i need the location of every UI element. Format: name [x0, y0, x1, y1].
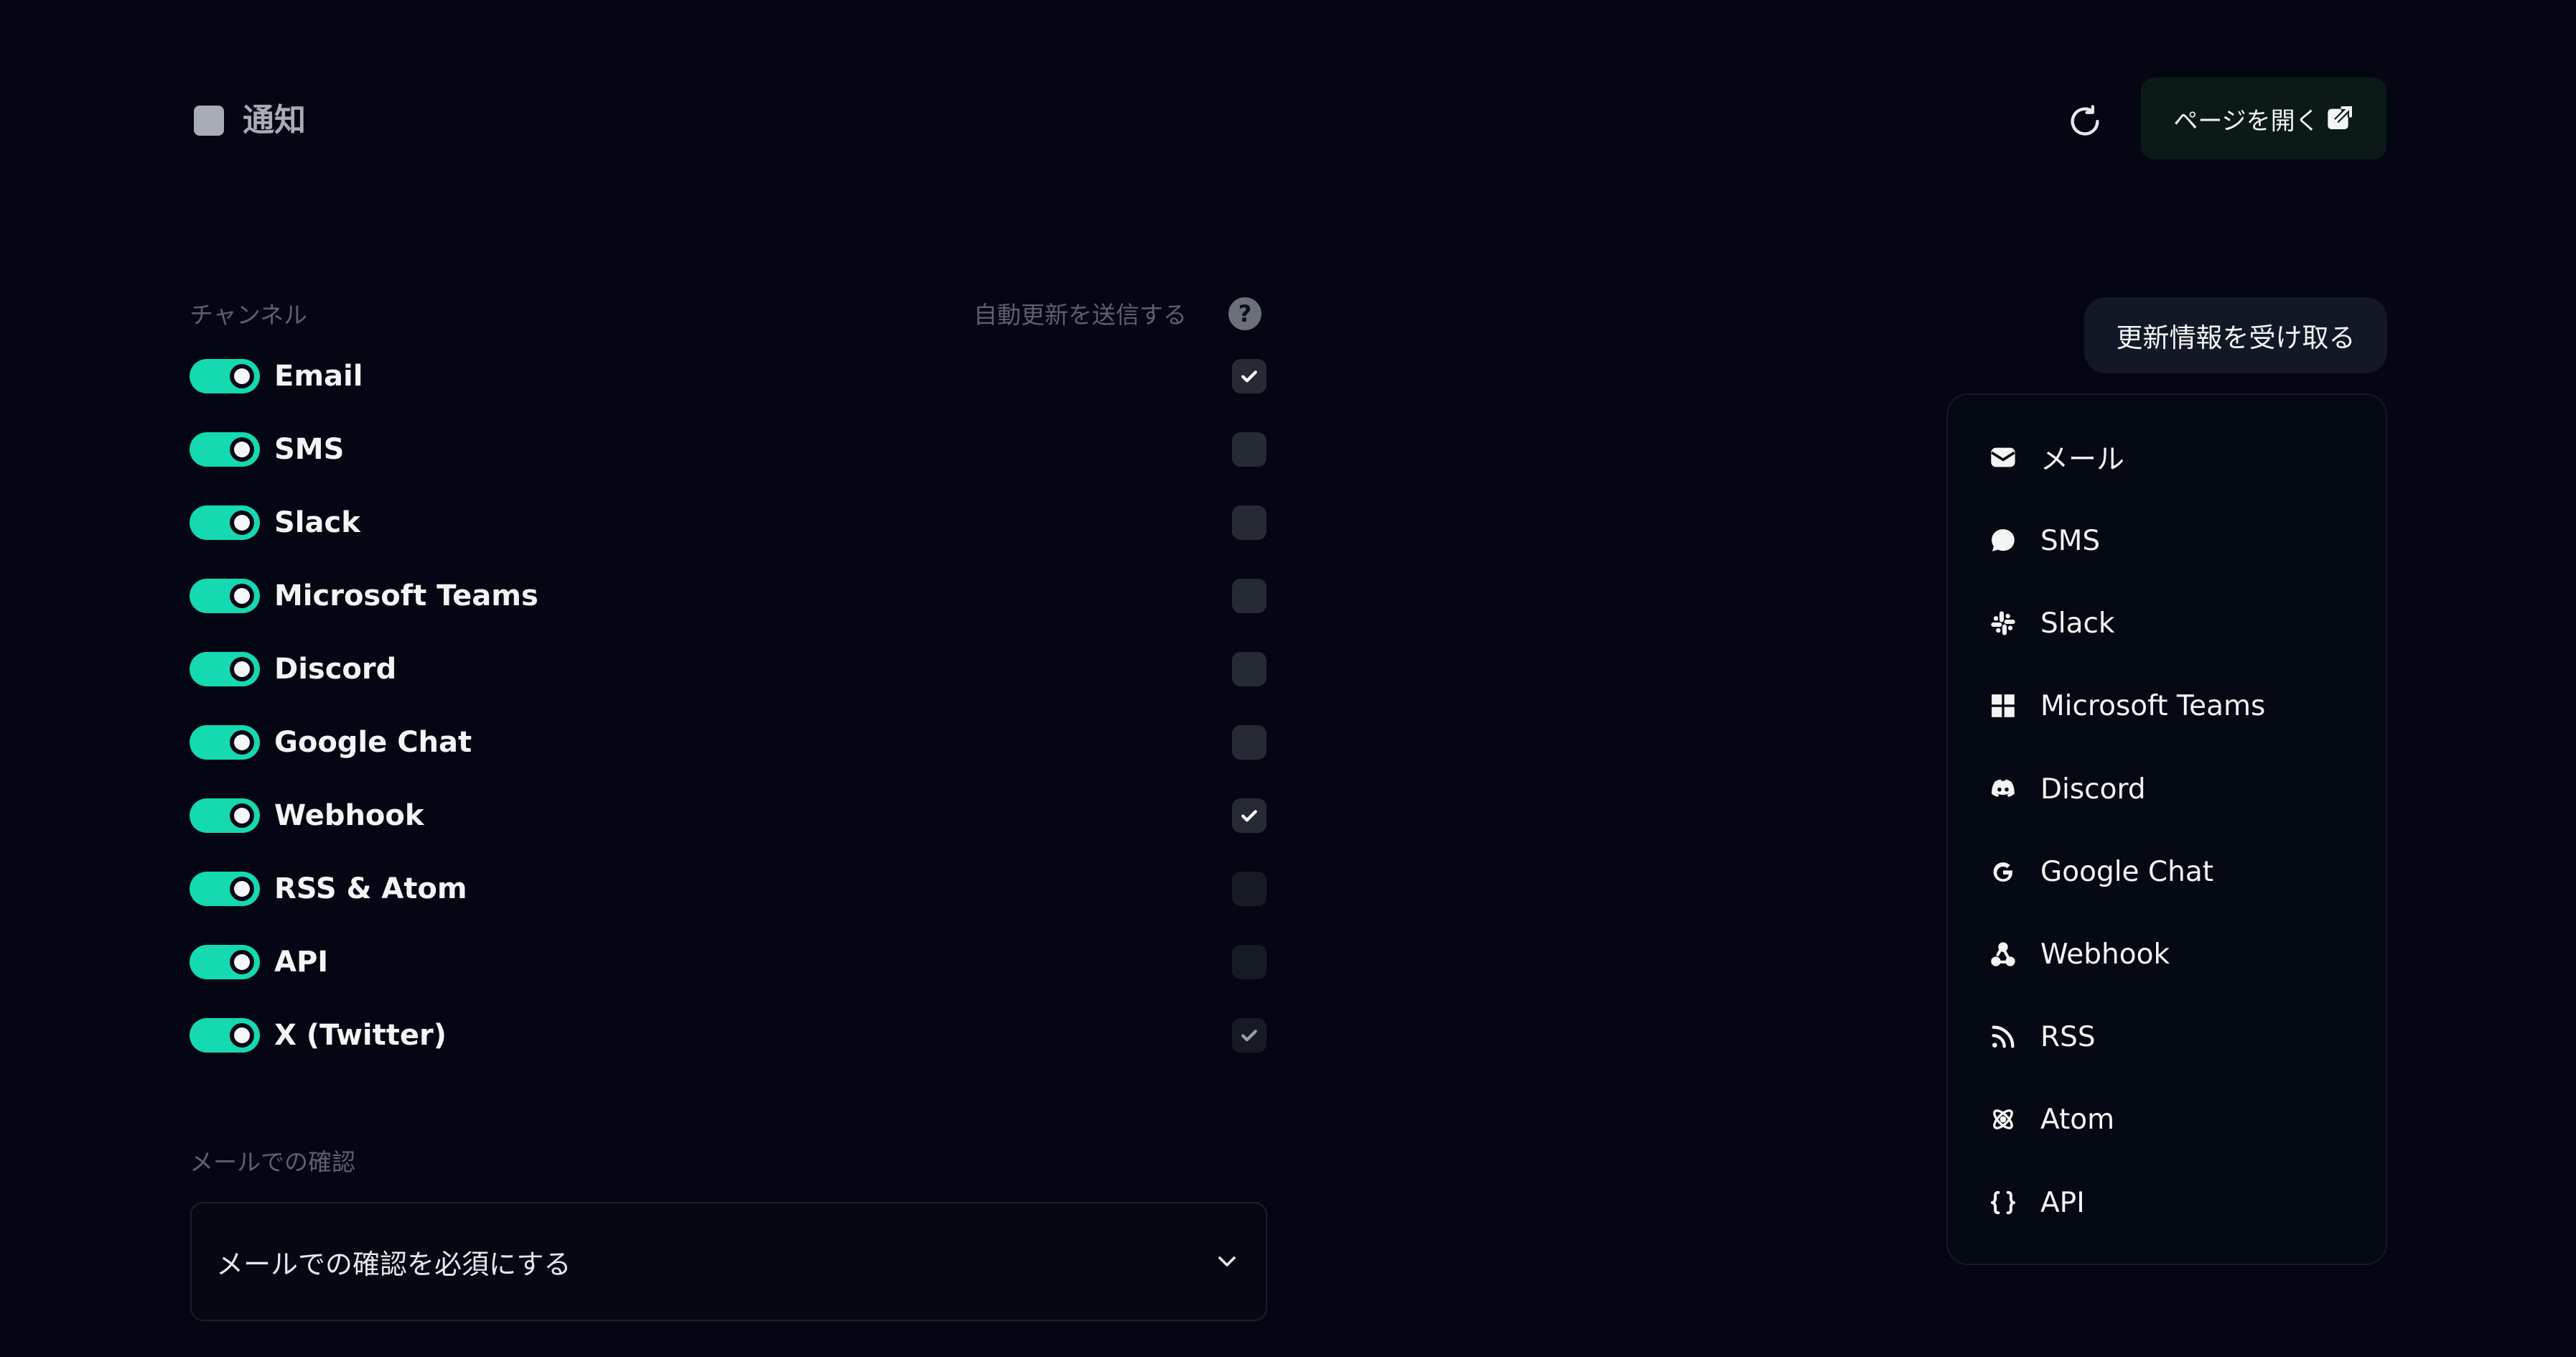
- check-icon: [1241, 370, 1257, 383]
- open-page-label: ページを開く: [2173, 106, 2320, 136]
- subscribe-option-label: Discord: [2040, 773, 2146, 806]
- subscribe-option-webhook[interactable]: Webhook: [1957, 916, 2376, 992]
- channel-name: Email: [274, 360, 363, 393]
- refresh-icon: [2071, 105, 2099, 136]
- subscribe-option-label: Slack: [2040, 607, 2115, 640]
- channel-toggle[interactable]: [190, 1018, 260, 1053]
- channel-row: Webhook: [190, 794, 1266, 837]
- channel-name: Webhook: [274, 799, 424, 832]
- channel-toggle[interactable]: [190, 798, 260, 833]
- channel-name: RSS & Atom: [274, 872, 467, 905]
- channel-row: Email: [190, 355, 1266, 398]
- channel-toggle[interactable]: [190, 432, 260, 467]
- rss-icon: [1987, 1021, 2019, 1053]
- channel-name: Slack: [274, 506, 360, 539]
- email-confirmation-value: メールでの確認を必須にする: [216, 1248, 571, 1280]
- help-icon[interactable]: ?: [1228, 297, 1261, 330]
- subscribe-option-discord[interactable]: Discord: [1957, 751, 2376, 827]
- atom-icon: [1987, 1104, 2019, 1135]
- subscribe-option-label: SMS: [2040, 524, 2101, 557]
- subscribe-option-microsoft-teams[interactable]: Microsoft Teams: [1957, 668, 2376, 744]
- channel-row: RSS & Atom: [190, 867, 1266, 910]
- page-header: 通知: [194, 101, 306, 141]
- discord-icon: [1987, 773, 2019, 805]
- auto-update-checkbox[interactable]: [1232, 432, 1266, 467]
- auto-update-checkbox[interactable]: [1232, 725, 1266, 760]
- channel-row: SMS: [190, 428, 1266, 471]
- channel-name: SMS: [274, 433, 345, 466]
- channel-row: API: [190, 941, 1266, 984]
- subscribe-button[interactable]: 更新情報を受け取る: [2084, 297, 2387, 373]
- channel-row: Slack: [190, 501, 1266, 544]
- auto-update-checkbox[interactable]: [1232, 579, 1266, 613]
- chat-bubble-icon: [1987, 525, 2019, 556]
- open-page-button[interactable]: ページを開く: [2141, 78, 2386, 159]
- channel-row: Discord: [190, 648, 1266, 691]
- auto-update-checkbox[interactable]: [1232, 359, 1266, 393]
- channel-toggle[interactable]: [190, 652, 260, 686]
- envelope-icon: [1987, 442, 2019, 473]
- channel-row: X (Twitter): [190, 1014, 1266, 1057]
- auto-update-checkbox[interactable]: [1232, 505, 1266, 540]
- subscribe-option-label: Microsoft Teams: [2040, 689, 2266, 722]
- subscribe-option-label: Webhook: [2040, 938, 2170, 971]
- subscribe-option-slack[interactable]: Slack: [1957, 585, 2376, 661]
- auto-update-checkbox[interactable]: [1232, 652, 1266, 686]
- channel-toggle[interactable]: [190, 945, 260, 979]
- chevron-down-icon: [1218, 1256, 1236, 1267]
- auto-update-label: 自動更新を送信する: [974, 301, 1187, 329]
- auto-update-checkbox[interactable]: [1232, 872, 1266, 906]
- channel-toggle[interactable]: [190, 872, 260, 906]
- channel-name: Discord: [274, 653, 397, 686]
- channel-row: Google Chat: [190, 721, 1266, 764]
- auto-update-checkbox[interactable]: [1232, 1018, 1266, 1053]
- channels-section-label: チャンネル: [190, 301, 308, 329]
- subscribe-option-atom[interactable]: Atom: [1957, 1081, 2376, 1157]
- subscribe-option-label: Google Chat: [2040, 855, 2214, 888]
- channel-toggle[interactable]: [190, 505, 260, 540]
- subscribe-option-rss[interactable]: RSS: [1957, 999, 2376, 1075]
- windows-icon: [1987, 690, 2019, 722]
- auto-update-checkbox[interactable]: [1232, 945, 1266, 979]
- auto-update-checkbox[interactable]: [1232, 798, 1266, 833]
- subscribe-option-label: API: [2040, 1186, 2085, 1219]
- channel-name: Google Chat: [274, 726, 472, 759]
- check-icon: [1241, 810, 1257, 822]
- webhook-icon: [1987, 938, 2019, 970]
- channel-name: API: [274, 946, 329, 979]
- email-confirmation-select[interactable]: メールでの確認を必須にする: [190, 1202, 1267, 1321]
- external-link-icon: [2327, 104, 2353, 129]
- google-icon: [1987, 856, 2019, 887]
- check-icon: [1241, 1030, 1257, 1042]
- subscribe-option-label: RSS: [2040, 1020, 2096, 1053]
- status-square-icon: [194, 106, 224, 136]
- channel-toggle[interactable]: [190, 359, 260, 393]
- subscribe-option-google-chat[interactable]: Google Chat: [1957, 834, 2376, 910]
- slack-icon: [1987, 607, 2019, 639]
- notifications-page: 通知 ページを開く チャンネル 自動更新を送信する ? Email SMS Slac…: [0, 0, 2576, 1357]
- braces-icon: [1987, 1187, 2019, 1218]
- channel-name: Microsoft Teams: [274, 579, 538, 612]
- subscribe-option-api[interactable]: API: [1957, 1165, 2376, 1241]
- subscribe-option-label: メール: [2040, 444, 2125, 476]
- channel-toggle[interactable]: [190, 725, 260, 760]
- channel-toggle[interactable]: [190, 579, 260, 613]
- page-title: 通知: [243, 102, 306, 139]
- subscribe-option-email[interactable]: メール: [1957, 419, 2376, 495]
- subscribe-option-sms[interactable]: SMS: [1957, 503, 2376, 579]
- refresh-button[interactable]: [2061, 97, 2109, 146]
- channel-row: Microsoft Teams: [190, 574, 1266, 617]
- channel-name: X (Twitter): [274, 1019, 447, 1052]
- subscribe-option-label: Atom: [2040, 1103, 2115, 1136]
- email-confirmation-label: メールでの確認: [190, 1148, 355, 1176]
